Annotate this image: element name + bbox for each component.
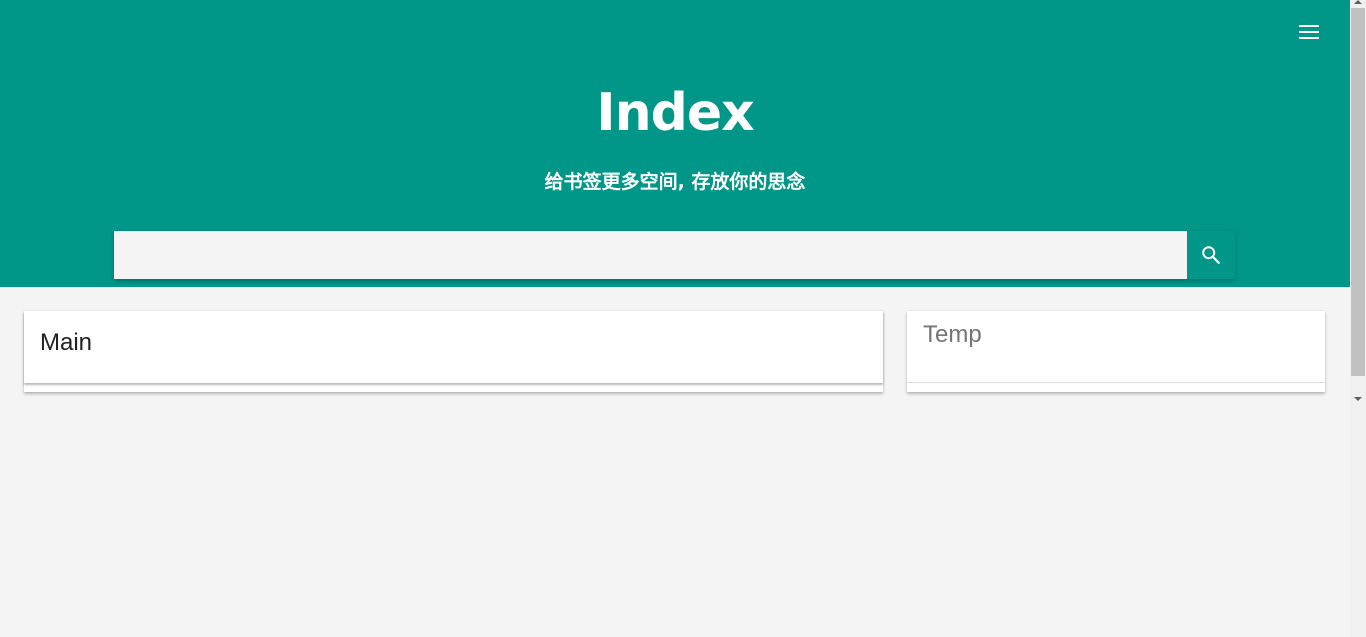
card-title: Temp xyxy=(923,321,982,348)
bookmark-card-temp: Temp xyxy=(907,311,1325,392)
card-header[interactable]: Temp xyxy=(907,311,1325,383)
page-title: Index xyxy=(596,83,754,143)
search-button[interactable] xyxy=(1187,231,1235,279)
menu-icon-bar xyxy=(1299,37,1319,39)
search-bar xyxy=(114,231,1235,279)
bookmark-card-main: Main xyxy=(24,311,883,392)
search-input[interactable] xyxy=(114,231,1187,279)
scroll-up-icon[interactable] xyxy=(1354,0,1362,4)
page-subtitle: 给书签更多空间, 存放你的思念 xyxy=(544,171,806,193)
card-header[interactable]: Main xyxy=(24,311,883,383)
scrollbar-thumb[interactable] xyxy=(1351,8,1365,376)
card-title: Main xyxy=(40,329,93,356)
menu-button[interactable] xyxy=(1293,18,1325,46)
menu-icon-bar xyxy=(1299,25,1319,27)
menu-icon-bar xyxy=(1299,31,1319,33)
search-icon xyxy=(1202,246,1220,264)
scroll-down-icon[interactable] xyxy=(1354,397,1362,401)
